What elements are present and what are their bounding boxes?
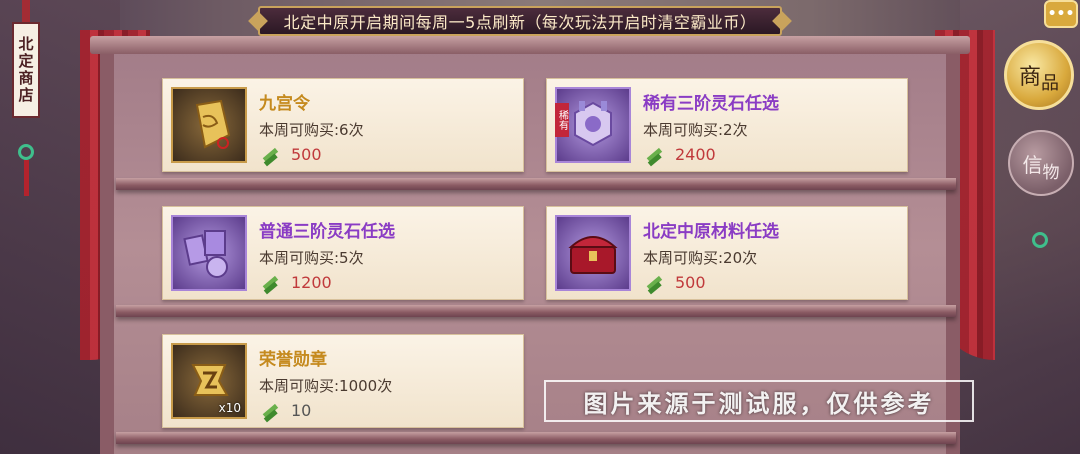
refresh-notice-text: 北定中原开启期间每周一5点刷新（每次玩法开启时清空霸业币） [283, 13, 757, 32]
item-name: 荣誉勋章 [259, 350, 327, 370]
item-card-common-spirit-stone[interactable]: 普通三阶灵石任选 本周可购买:5次 1200 [162, 206, 524, 300]
shelf-plank-2 [116, 305, 956, 317]
item-icon-frame [171, 87, 247, 163]
treasure-chest-icon [568, 236, 618, 274]
shelf-plank-1 [116, 178, 956, 190]
tassel-icon [24, 160, 29, 196]
tab-goods-label-2: 品 [1041, 73, 1059, 94]
item-price: 2400 [675, 145, 716, 164]
shelf-plank-3 [116, 432, 956, 444]
tab-goods[interactable]: 商品 [1004, 40, 1074, 110]
item-purchase-limit: 本周可购买:1000次 [259, 377, 393, 395]
bamboo-coin-icon [646, 147, 663, 167]
item-purchase-limit: 本周可购买:5次 [259, 249, 364, 267]
spirit-stone-box-icon [574, 101, 612, 147]
item-card-rare-spirit-stone[interactable]: 稀有 稀有三阶灵石任选 本周可购买:2次 2400 [546, 78, 908, 172]
shelf-frame-top [90, 36, 970, 54]
chat-icon[interactable]: ••• [1044, 0, 1078, 28]
item-card-material-select[interactable]: 北定中原材料任选 本周可购买:20次 500 [546, 206, 908, 300]
item-price: 10 [291, 401, 312, 420]
item-name: 北定中原材料任选 [643, 222, 779, 242]
jade-ring-icon [1032, 232, 1048, 248]
tab-goods-label-1: 商 [1018, 65, 1041, 90]
jade-ring-icon [18, 144, 34, 160]
test-server-watermark: 图片来源于测试服，仅供参考 [544, 380, 974, 422]
item-icon-frame [171, 215, 247, 291]
item-price: 500 [675, 273, 706, 292]
item-purchase-limit: 本周可购买:2次 [643, 121, 748, 139]
item-purchase-limit: 本周可购买:6次 [259, 121, 364, 139]
item-price: 500 [291, 145, 322, 164]
item-card-jiugongling[interactable]: 九宫令 本周可购买:6次 500 [162, 78, 524, 172]
item-card-honor-medal[interactable]: x10 荣誉勋章 本周可购买:1000次 10 [162, 334, 524, 428]
bamboo-coin-icon [262, 403, 279, 423]
store-sign-hanger [22, 0, 30, 22]
item-icon-frame: 稀有 [555, 87, 631, 163]
bamboo-coin-icon [262, 275, 279, 295]
tab-token[interactable]: 信物 [1008, 130, 1074, 196]
item-quantity: x10 [218, 401, 241, 415]
item-name: 稀有三阶灵石任选 [643, 94, 779, 114]
bamboo-coin-icon [646, 275, 663, 295]
item-purchase-limit: 本周可购买:20次 [643, 249, 758, 267]
refresh-notice-banner: 北定中原开启期间每周一5点刷新（每次玩法开启时清空霸业币） [258, 6, 782, 36]
tab-token-label-2: 物 [1042, 162, 1060, 183]
store-sign: 北定商店 [12, 22, 40, 118]
item-name: 普通三阶灵石任选 [259, 222, 395, 242]
bamboo-coin-icon [262, 147, 279, 167]
item-icon-frame [555, 215, 631, 291]
token-plaque-icon [195, 99, 231, 149]
item-name: 九宫令 [259, 94, 310, 114]
item-icon-frame: x10 [171, 343, 247, 419]
rare-tag: 稀有 [555, 103, 569, 137]
spirit-stone-cards-icon [183, 230, 228, 278]
tab-token-label-1: 信 [1022, 152, 1043, 177]
item-price: 1200 [291, 273, 332, 292]
